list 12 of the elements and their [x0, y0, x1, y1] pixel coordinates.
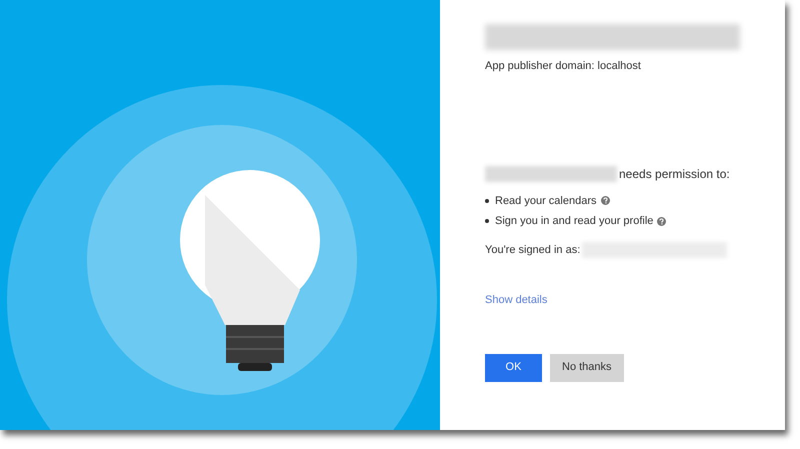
- permission-text: Sign you in and read your profile: [495, 214, 654, 229]
- permission-text: Read your calendars: [495, 194, 597, 208]
- bullet-icon: [485, 198, 489, 203]
- publisher-domain-text: App publisher domain: localhost: [485, 59, 642, 74]
- cancel-button[interactable]: No thanks: [550, 354, 624, 382]
- signed-in-label: You're signed in as:: [485, 242, 580, 258]
- show-details-link[interactable]: Show details: [485, 292, 548, 308]
- bullet-icon: [485, 219, 489, 224]
- ok-button[interactable]: OK: [485, 354, 542, 382]
- permission-intro-text: needs permission to:: [619, 166, 730, 182]
- help-icon[interactable]: [600, 196, 610, 206]
- help-icon[interactable]: [657, 216, 666, 226]
